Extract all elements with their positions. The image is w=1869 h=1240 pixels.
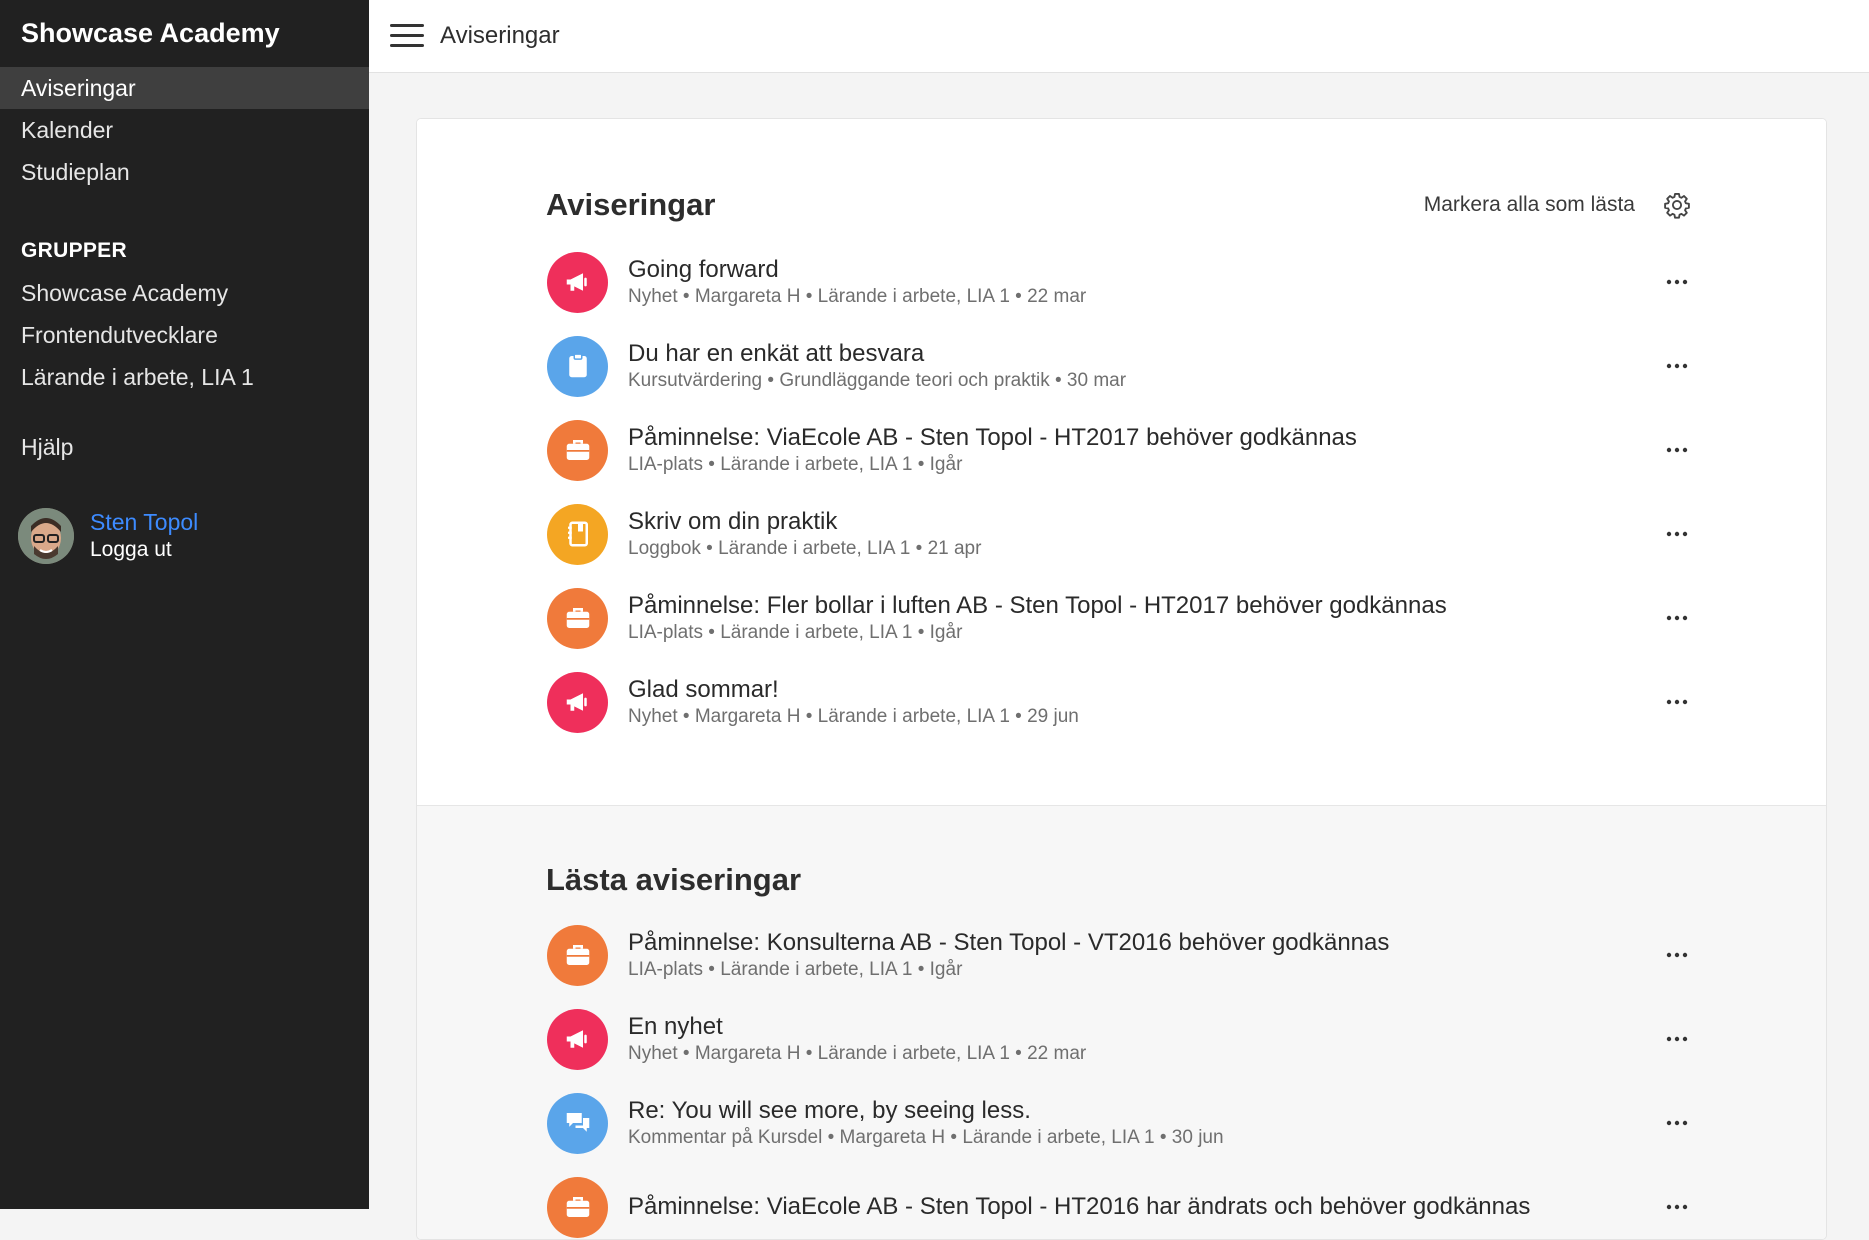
more-options-icon[interactable] [1662, 267, 1692, 297]
notification-item[interactable]: Påminnelse: ViaEcole AB - Sten Topol - H… [547, 1165, 1692, 1239]
notification-meta: LIA-plats • Lärande i arbete, LIA 1 • Ig… [628, 454, 963, 475]
more-options-icon[interactable] [1662, 687, 1692, 717]
read-list: Påminnelse: Konsulterna AB - Sten Topol … [547, 913, 1692, 1239]
more-options-icon[interactable] [1662, 351, 1692, 381]
notification-title[interactable]: Re: You will see more, by seeing less. [628, 1096, 1662, 1126]
more-options-icon[interactable] [1662, 1108, 1692, 1138]
notification-item[interactable]: Skriv om din praktik Loggbok • Lärande i … [547, 492, 1692, 576]
sidebar: Showcase Academy Aviseringar Kalender St… [0, 0, 369, 1209]
notebook-icon [547, 503, 608, 565]
megaphone-icon [547, 251, 608, 313]
clipboard-icon [547, 335, 608, 397]
unread-section: Aviseringar Markera alla som lästa Going… [417, 119, 1826, 805]
briefcase-icon [547, 587, 608, 649]
notification-item[interactable]: Påminnelse: Konsulterna AB - Sten Topol … [547, 913, 1692, 997]
megaphone-icon [547, 1008, 608, 1070]
read-header: Lästa aviseringar [546, 862, 1691, 898]
read-title: Lästa aviseringar [546, 862, 802, 897]
notification-item[interactable]: Du har en enkät att besvara Kursutvärderi… [547, 324, 1692, 408]
sidebar-item-help[interactable]: Hjälp [0, 426, 369, 468]
notification-title[interactable]: Skriv om din praktik [628, 507, 1662, 537]
notification-title[interactable]: Going forward [628, 255, 1662, 285]
notification-title[interactable]: Du har en enkät att besvara [628, 339, 1662, 369]
more-options-icon[interactable] [1662, 1024, 1692, 1054]
avatar[interactable] [18, 508, 74, 564]
more-options-icon[interactable] [1662, 603, 1692, 633]
notification-meta: Loggbok • Lärande i arbete, LIA 1 • 21 a… [628, 538, 982, 559]
more-options-icon[interactable] [1662, 435, 1692, 465]
notification-meta: Kommentar på Kursdel • Margareta H • Lär… [628, 1127, 1224, 1148]
sidebar-group-showcase-academy[interactable]: Showcase Academy [0, 272, 369, 314]
notification-item[interactable]: Påminnelse: ViaEcole AB - Sten Topol - H… [547, 408, 1692, 492]
user-block: Sten Topol Logga ut [18, 508, 198, 564]
brand-title[interactable]: Showcase Academy [0, 0, 369, 67]
notification-title[interactable]: Glad sommar! [628, 675, 1662, 705]
sidebar-item-aviseringar[interactable]: Aviseringar [0, 67, 369, 109]
megaphone-icon [547, 671, 608, 733]
user-name-link[interactable]: Sten Topol [90, 509, 198, 536]
more-options-icon[interactable] [1662, 519, 1692, 549]
notification-meta: Kursutvärdering • Grundläggande teori oc… [628, 370, 1127, 391]
notifications-card: Aviseringar Markera alla som lästa Going… [416, 118, 1827, 1240]
notification-meta: LIA-plats • Lärande i arbete, LIA 1 • Ig… [628, 959, 963, 980]
sidebar-item-kalender[interactable]: Kalender [0, 109, 369, 151]
unread-list: Going forward Nyhet • Margareta H • Läran… [547, 240, 1692, 744]
notification-meta: Nyhet • Margareta H • Lärande i arbete, … [628, 706, 1079, 727]
more-options-icon[interactable] [1662, 940, 1692, 970]
sidebar-group-frontendutvecklare[interactable]: Frontendutvecklare [0, 314, 369, 356]
notification-title[interactable]: Påminnelse: ViaEcole AB - Sten Topol - H… [628, 1192, 1662, 1222]
notification-item[interactable]: En nyhet Nyhet • Margareta H • Lärande i … [547, 997, 1692, 1081]
topbar: Aviseringar [369, 0, 1869, 73]
notification-item[interactable]: Påminnelse: Fler bollar i luften AB - St… [547, 576, 1692, 660]
briefcase-icon [547, 1176, 608, 1238]
notification-meta: Nyhet • Margareta H • Lärande i arbete, … [628, 286, 1087, 307]
chat-bubbles-icon [547, 1092, 608, 1154]
read-section: Lästa aviseringar Påminnelse: Konsultern… [417, 805, 1826, 1239]
notification-meta: Nyhet • Margareta H • Lärande i arbete, … [628, 1043, 1087, 1064]
notification-title[interactable]: En nyhet [628, 1012, 1662, 1042]
sidebar-group-lia1[interactable]: Lärande i arbete, LIA 1 [0, 356, 369, 398]
notification-item[interactable]: Going forward Nyhet • Margareta H • Läran… [547, 240, 1692, 324]
notification-item[interactable]: Re: You will see more, by seeing less. Ko… [547, 1081, 1692, 1165]
briefcase-icon [547, 419, 608, 481]
more-options-icon[interactable] [1662, 1192, 1692, 1222]
groups-heading: GRUPPER [21, 239, 127, 262]
notification-title[interactable]: Påminnelse: Fler bollar i luften AB - St… [628, 591, 1662, 621]
notification-title[interactable]: Påminnelse: ViaEcole AB - Sten Topol - H… [628, 423, 1662, 453]
logout-link[interactable]: Logga ut [90, 536, 198, 563]
menu-icon[interactable] [390, 24, 424, 48]
page-title: Aviseringar [440, 22, 560, 49]
unread-header: Aviseringar Markera alla som lästa [546, 187, 1691, 223]
notification-item[interactable]: Glad sommar! Nyhet • Margareta H • Lärand… [547, 660, 1692, 744]
mark-all-read-button[interactable]: Markera alla som lästa [1424, 193, 1635, 217]
briefcase-icon [547, 924, 608, 986]
sidebar-item-studieplan[interactable]: Studieplan [0, 151, 369, 193]
gear-icon[interactable] [1663, 191, 1691, 219]
unread-title: Aviseringar [546, 187, 716, 222]
notification-title[interactable]: Påminnelse: Konsulterna AB - Sten Topol … [628, 928, 1662, 958]
notification-meta: LIA-plats • Lärande i arbete, LIA 1 • Ig… [628, 622, 963, 643]
